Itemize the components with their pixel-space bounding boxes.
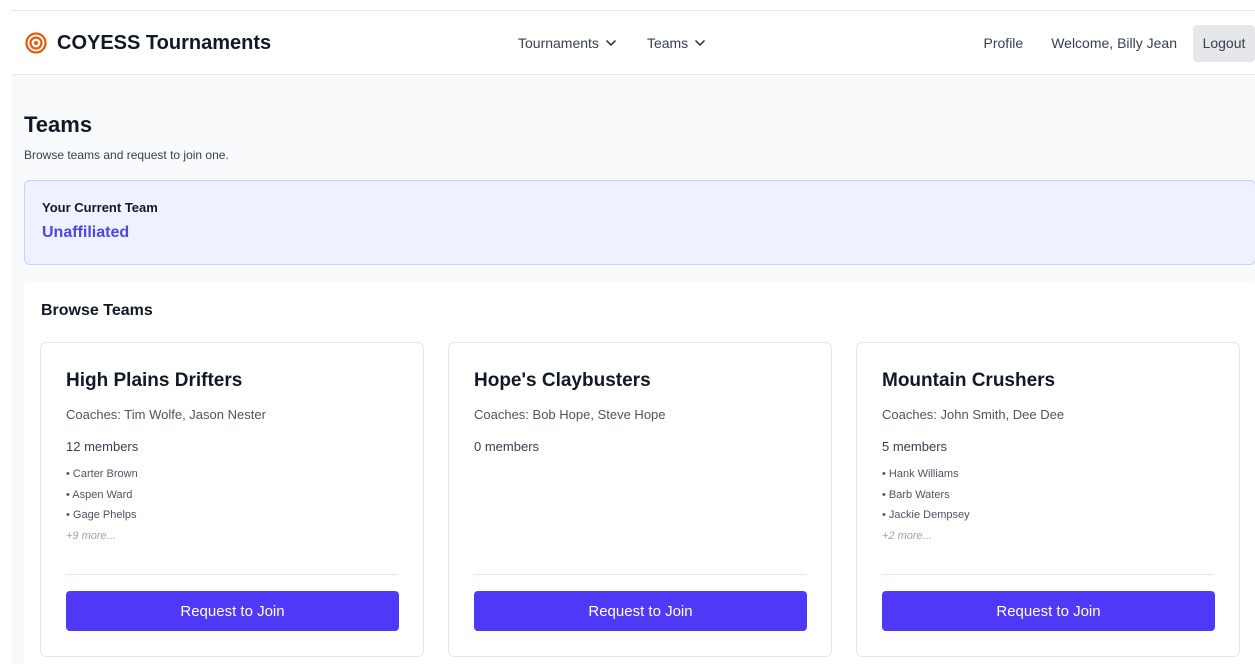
- team-coaches: Coaches: John Smith, Dee Dee: [882, 407, 1065, 422]
- chevron-down-icon: [695, 40, 705, 46]
- chevron-down-icon: [606, 40, 616, 46]
- team-name: Hope's Claybusters: [474, 370, 651, 391]
- brand-title: COYESS Tournaments: [57, 31, 272, 54]
- member-item: • Aspen Ward: [66, 488, 133, 501]
- brand[interactable]: COYESS Tournaments: [25, 31, 271, 55]
- member-list: • Hank Williams • Barb Waters • Jackie D…: [882, 464, 970, 546]
- request-to-join-button[interactable]: Request to Join: [882, 591, 1215, 631]
- team-card: High Plains Drifters Coaches: Tim Wolfe,…: [40, 342, 424, 657]
- request-to-join-button[interactable]: Request to Join: [66, 591, 399, 631]
- request-to-join-button[interactable]: Request to Join: [474, 591, 807, 631]
- logout-button[interactable]: Logout: [1193, 24, 1255, 62]
- user-menu: Profile Welcome, Billy Jean Logout: [984, 24, 1255, 62]
- page-subtitle: Browse teams and request to join one.: [24, 148, 229, 162]
- nav-tournaments-label: Tournaments: [518, 35, 599, 51]
- member-item: • Hank Williams: [882, 468, 959, 480]
- team-card: Mountain Crushers Coaches: John Smith, D…: [856, 342, 1240, 657]
- team-coaches: Coaches: Bob Hope, Steve Hope: [474, 407, 666, 422]
- nav-teams-label: Teams: [646, 35, 689, 51]
- nav-teams[interactable]: Teams: [647, 35, 706, 51]
- more-members: +2 more...: [882, 529, 932, 542]
- browse-teams-panel: Browse Teams High Plains Drifters Coache…: [24, 282, 1255, 664]
- page-title: Teams: [24, 112, 93, 137]
- member-item: • Jackie Dempsey: [882, 509, 970, 521]
- team-name: High Plains Drifters: [66, 370, 243, 391]
- profile-link[interactable]: Profile: [984, 35, 1024, 51]
- card-divider: [474, 574, 806, 575]
- team-name: Mountain Crushers: [882, 370, 1056, 391]
- current-team-label: Your Current Team: [42, 200, 158, 215]
- target-icon: [25, 32, 47, 54]
- team-coaches: Coaches: Tim Wolfe, Jason Nester: [66, 407, 266, 422]
- current-team-value: Unaffiliated: [42, 224, 130, 241]
- team-card: Hope's Claybusters Coaches: Bob Hope, St…: [448, 342, 832, 657]
- main-nav: Tournaments Teams: [518, 35, 706, 51]
- nav-tournaments[interactable]: Tournaments: [518, 35, 617, 51]
- app-window: COYESS Tournaments Tournaments Teams Pro…: [12, 10, 1255, 664]
- member-list: • Carter Brown • Aspen Ward • Gage Phelp…: [66, 464, 138, 546]
- member-item: • Barb Waters: [882, 488, 950, 501]
- browse-teams-title: Browse Teams: [41, 302, 153, 319]
- team-member-count: 12 members: [66, 439, 139, 454]
- team-member-count: 5 members: [882, 439, 948, 454]
- team-member-count: 0 members: [474, 439, 540, 454]
- top-navbar: COYESS Tournaments Tournaments Teams Pro…: [12, 11, 1255, 75]
- card-divider: [66, 574, 398, 575]
- current-team-panel: Your Current Team Unaffiliated: [24, 180, 1255, 265]
- welcome-text: Welcome, Billy Jean: [1051, 35, 1177, 51]
- more-members: +9 more...: [66, 529, 116, 542]
- card-divider: [882, 574, 1214, 575]
- member-item: • Gage Phelps: [66, 509, 137, 521]
- member-item: • Carter Brown: [66, 468, 138, 480]
